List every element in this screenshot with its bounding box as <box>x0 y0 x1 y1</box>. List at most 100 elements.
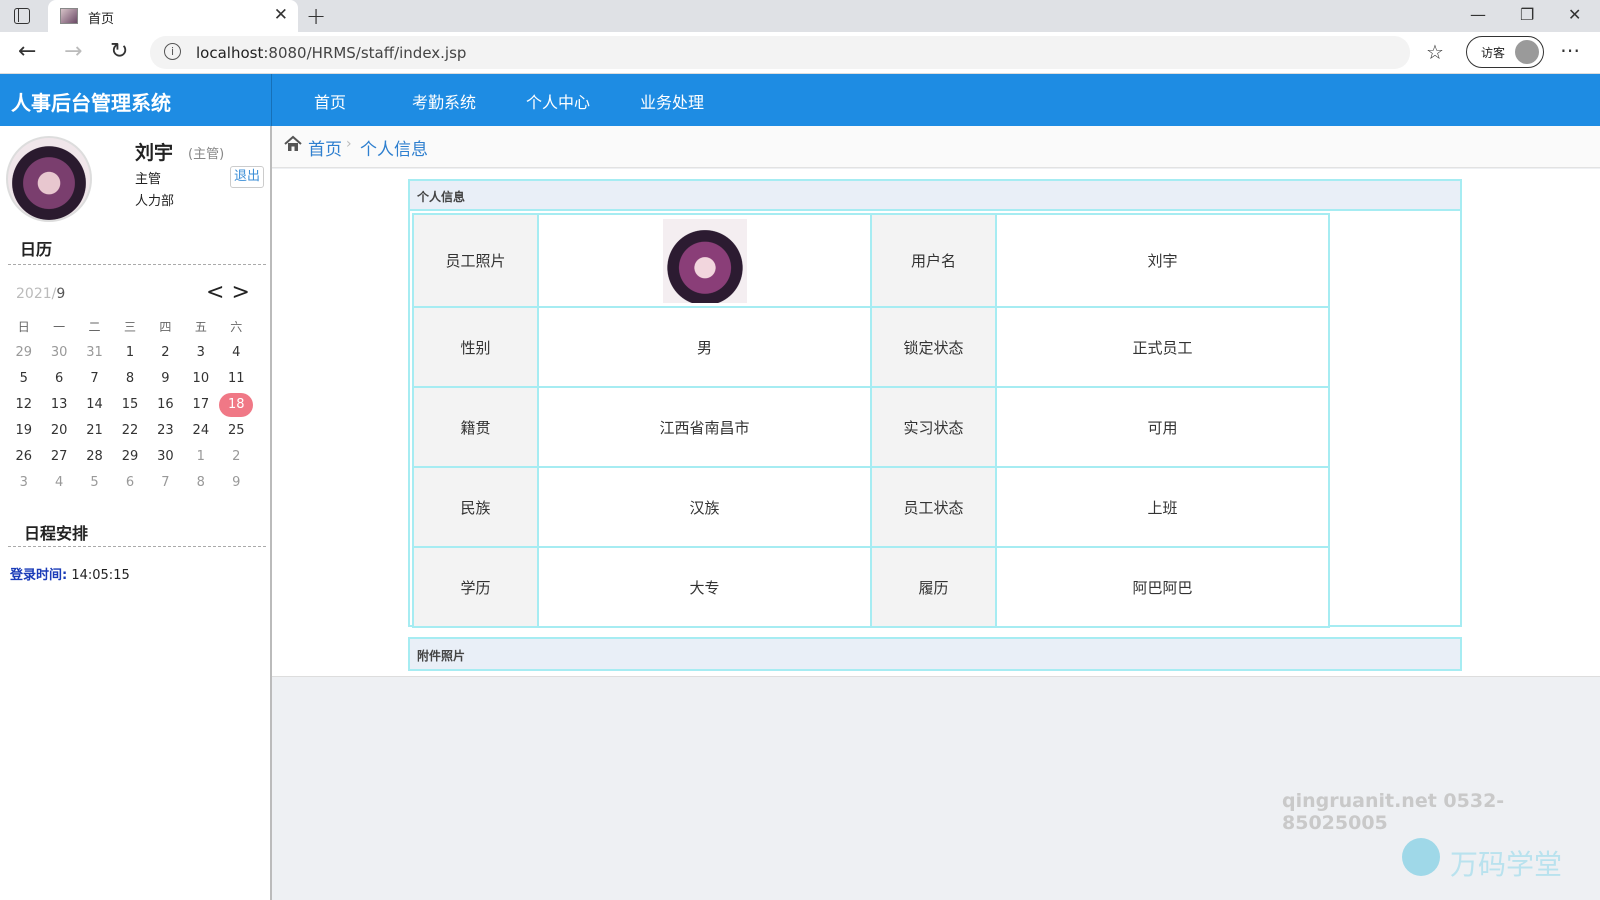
browser-tab-bar: 首页 ✕ + — ❐ ✕ <box>0 0 1600 32</box>
calendar-day[interactable]: 14 <box>77 392 112 418</box>
watermark-brand: 万码学堂 <box>1450 848 1563 881</box>
calendar-day[interactable]: 9 <box>148 366 183 392</box>
new-tab-button[interactable]: + <box>306 2 326 30</box>
calendar-day[interactable]: 30 <box>148 444 183 470</box>
calendar-day[interactable]: 19 <box>6 418 41 444</box>
tab-title: 首页 <box>88 12 115 27</box>
forward-icon[interactable]: → <box>64 39 82 64</box>
back-icon[interactable]: ← <box>18 39 36 64</box>
calendar-day[interactable]: 16 <box>148 392 183 418</box>
calendar-prev-button[interactable]: < <box>206 280 224 305</box>
profile-avatar-icon <box>1515 40 1539 64</box>
calendar-day[interactable]: 18 <box>219 392 254 418</box>
home-icon[interactable] <box>284 135 302 153</box>
label-cell: 学历 <box>412 546 539 628</box>
calendar-day[interactable]: 12 <box>6 392 41 418</box>
nav-item-business[interactable]: 业务处理 <box>640 89 704 113</box>
browser-tab[interactable]: 首页 ✕ <box>48 0 298 32</box>
calendar-day[interactable]: 3 <box>183 340 218 366</box>
calendar-day[interactable]: 3 <box>6 470 41 496</box>
calendar-day[interactable]: 24 <box>183 418 218 444</box>
reload-icon[interactable]: ↻ <box>110 39 128 64</box>
calendar-day[interactable]: 22 <box>112 418 147 444</box>
restore-icon[interactable]: ❐ <box>1520 5 1534 24</box>
close-window-icon[interactable]: ✕ <box>1568 5 1581 24</box>
logout-button[interactable]: 退出 <box>230 166 264 188</box>
calendar-weekday: 二 <box>88 320 101 334</box>
user-role-tag: (主管) <box>188 147 225 162</box>
close-tab-icon[interactable]: ✕ <box>274 5 288 25</box>
value-cell: 汉族 <box>537 466 872 548</box>
calendar-day[interactable]: 11 <box>219 366 254 392</box>
calendar-day[interactable]: 8 <box>112 366 147 392</box>
url-text: localhost:8080/HRMS/staff/index.jsp <box>196 44 467 62</box>
label-cell: 锁定状态 <box>870 306 997 388</box>
calendar-day[interactable]: 2 <box>219 444 254 470</box>
calendar-day[interactable]: 6 <box>112 470 147 496</box>
calendar-weekday: 五 <box>194 320 207 334</box>
nav-item-home[interactable]: 首页 <box>314 89 346 113</box>
tab-favicon-icon <box>60 8 78 24</box>
site-info-icon[interactable]: i <box>164 43 181 60</box>
label-cell: 籍贯 <box>412 386 539 468</box>
calendar-day[interactable]: 6 <box>41 366 76 392</box>
calendar-day[interactable]: 25 <box>219 418 254 444</box>
divider <box>8 264 266 265</box>
value-cell: 大专 <box>537 546 872 628</box>
calendar-day[interactable]: 5 <box>6 366 41 392</box>
calendar-day[interactable]: 23 <box>148 418 183 444</box>
calendar-day[interactable]: 30 <box>41 340 76 366</box>
url-field[interactable]: i localhost:8080/HRMS/staff/index.jsp <box>150 36 1410 69</box>
calendar-today-marker[interactable]: 18 <box>219 393 254 417</box>
schedule-title: 日程安排 <box>24 524 89 543</box>
breadcrumb-home[interactable]: 首页 <box>308 135 342 160</box>
calendar-day[interactable]: 28 <box>77 444 112 470</box>
calendar-day[interactable]: 7 <box>77 366 112 392</box>
calendar-day[interactable]: 17 <box>183 392 218 418</box>
calendar-day[interactable]: 26 <box>6 444 41 470</box>
main-content: 首页 › 个人信息 个人信息 员工照片 用户名 刘宇 性别 男 锁定状态 正式员… <box>272 126 1600 900</box>
table-row: 员工照片 用户名 刘宇 <box>412 213 1330 308</box>
calendar-next-button[interactable]: > <box>231 280 249 305</box>
profile-button[interactable]: 访客 <box>1466 36 1544 68</box>
panel-title: 个人信息 <box>410 181 1460 211</box>
favorites-icon[interactable]: ☆ <box>1426 40 1444 64</box>
employee-photo-cell <box>537 213 872 308</box>
personal-info-table: 员工照片 用户名 刘宇 性别 男 锁定状态 正式员工 籍贯 江西省南昌市 实习状… <box>412 213 1330 628</box>
calendar-day[interactable]: 5 <box>77 470 112 496</box>
label-cell: 民族 <box>412 466 539 548</box>
nav-item-personal-center[interactable]: 个人中心 <box>526 89 590 113</box>
label-cell: 员工状态 <box>870 466 997 548</box>
calendar-day[interactable]: 20 <box>41 418 76 444</box>
calendar-day[interactable]: 8 <box>183 470 218 496</box>
calendar-day[interactable]: 27 <box>41 444 76 470</box>
calendar-day[interactable]: 29 <box>112 444 147 470</box>
calendar-day[interactable]: 7 <box>148 470 183 496</box>
watermark-logo-icon <box>1402 838 1440 876</box>
calendar-day[interactable]: 4 <box>219 340 254 366</box>
more-menu-icon[interactable]: ⋯ <box>1560 38 1580 62</box>
watermark-contact: qingruanit.net 0532-85025005 <box>1282 790 1505 834</box>
employee-photo <box>662 218 747 303</box>
calendar-day[interactable]: 13 <box>41 392 76 418</box>
sidebar-toggle-icon[interactable] <box>14 8 30 24</box>
content-area: 个人信息 员工照片 用户名 刘宇 性别 男 锁定状态 正式员工 籍贯 江西省南昌… <box>272 169 1600 677</box>
calendar-day[interactable]: 15 <box>112 392 147 418</box>
calendar-day[interactable]: 4 <box>41 470 76 496</box>
calendar-day[interactable]: 1 <box>112 340 147 366</box>
calendar-day[interactable]: 2 <box>148 340 183 366</box>
calendar-weekday-row: 日一二三四五六 <box>6 314 254 340</box>
label-cell: 员工照片 <box>412 213 539 308</box>
minimize-icon[interactable]: — <box>1470 5 1486 24</box>
calendar-day[interactable]: 21 <box>77 418 112 444</box>
calendar-nav: < > <box>206 280 250 305</box>
calendar-grid: 日一二三四五六 29 30 31 1 2 3 4 5 6 7 8 9 10 11 12 13 14 15 16 17 18… <box>6 314 254 496</box>
calendar-day[interactable]: 31 <box>77 340 112 366</box>
calendar-day[interactable]: 10 <box>183 366 218 392</box>
divider <box>8 546 266 547</box>
calendar-day[interactable]: 1 <box>183 444 218 470</box>
calendar-day[interactable]: 9 <box>219 470 254 496</box>
label-cell: 性别 <box>412 306 539 388</box>
calendar-day[interactable]: 29 <box>6 340 41 366</box>
nav-item-attendance[interactable]: 考勤系统 <box>412 89 476 113</box>
